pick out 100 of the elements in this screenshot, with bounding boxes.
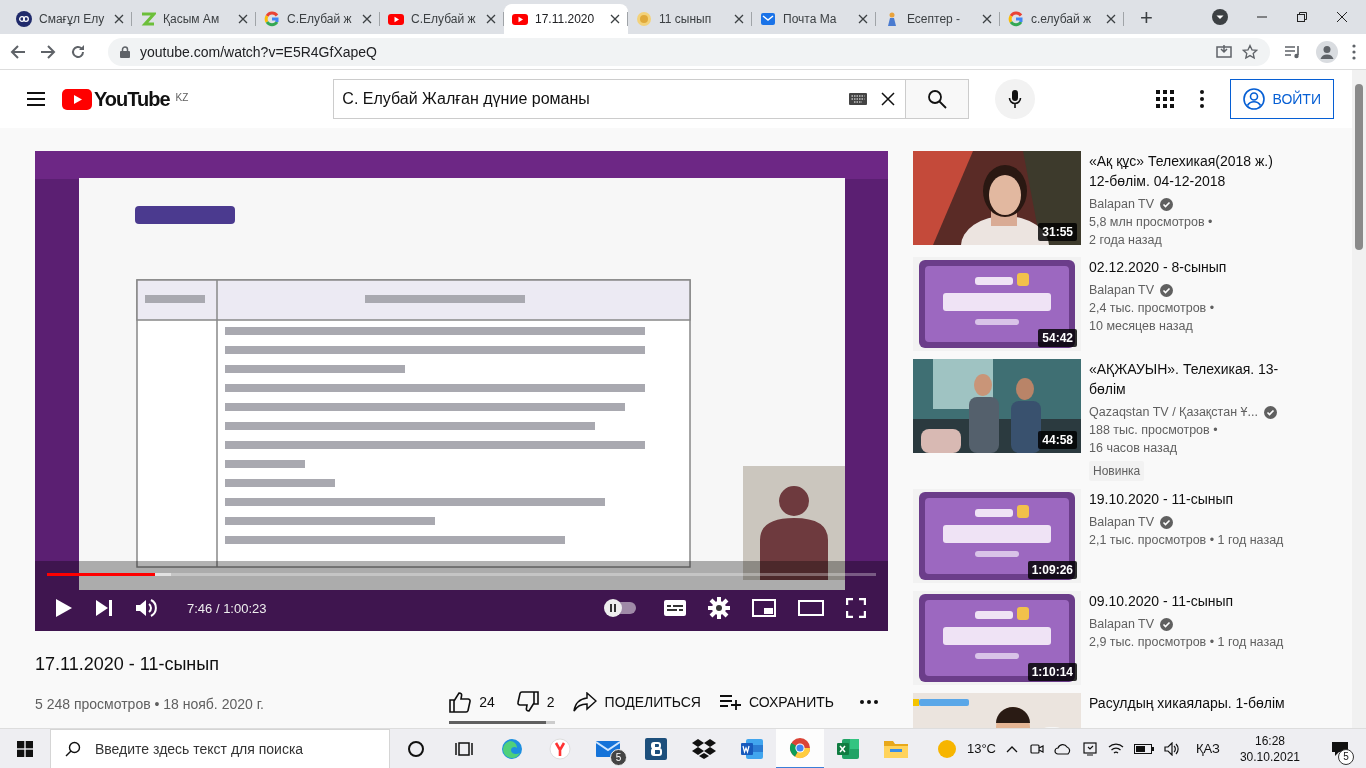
duration-label: 1:10:14: [1027, 663, 1077, 681]
menu-icon[interactable]: [26, 91, 46, 107]
close-icon[interactable]: [858, 14, 868, 24]
close-icon[interactable]: [486, 14, 496, 24]
theater-mode-icon[interactable]: [798, 600, 824, 616]
clock-date[interactable]: 30.10.2021: [1239, 748, 1300, 765]
forward-icon[interactable]: [40, 43, 56, 60]
share-button[interactable]: ПОДЕЛИТЬСЯ: [572, 684, 701, 720]
envelope-icon: [760, 11, 776, 27]
reload-icon[interactable]: [70, 43, 86, 60]
logo-text[interactable]: YouTube: [94, 87, 170, 111]
language-indicator[interactable]: ҚАЗ: [1196, 741, 1220, 756]
battery-icon[interactable]: [1134, 743, 1154, 754]
thumbs-down-icon: [516, 691, 539, 713]
browser-tab[interactable]: С.Елубай ж: [256, 4, 380, 34]
install-icon[interactable]: [1216, 43, 1232, 60]
video-title[interactable]: «АҚЖАУЫН». Телехикая. 13-бөлім: [1089, 359, 1294, 399]
speaker-icon[interactable]: [1164, 741, 1180, 756]
volume-icon[interactable]: [135, 598, 157, 618]
fullscreen-icon[interactable]: [846, 598, 866, 618]
close-icon[interactable]: [1106, 14, 1116, 24]
close-icon[interactable]: [734, 14, 744, 24]
keyboard-icon[interactable]: [849, 93, 868, 105]
more-icon[interactable]: [1199, 90, 1204, 108]
clock-time[interactable]: 16:28: [1254, 732, 1285, 749]
miniplayer-icon[interactable]: [752, 599, 776, 617]
search-icon: [65, 740, 81, 757]
sign-in-button[interactable]: ВОЙТИ: [1229, 79, 1334, 119]
spreadsheet-icon: [836, 736, 860, 761]
video-title[interactable]: 19.10.2020 - 11-сынып: [1089, 489, 1294, 509]
browser-tab[interactable]: 17.11.2020: [504, 4, 628, 34]
channel-name[interactable]: Qazaqstan TV / Қазақстан Ұ...: [1089, 403, 1258, 421]
video-title[interactable]: Расулдың хикаялары. 1-бөлім: [1089, 693, 1294, 713]
new-tab-button[interactable]: +: [1128, 4, 1165, 34]
video-title[interactable]: 09.10.2020 - 11-сынып: [1089, 591, 1294, 611]
time-display: 7:46 / 1:00:23: [187, 600, 267, 616]
taskbar-app-button[interactable]: 5: [584, 728, 632, 768]
channel-name[interactable]: Balapan TV: [1089, 615, 1155, 633]
video-title: 17.11.2020 - 11-сынып: [35, 653, 220, 676]
search-button[interactable]: [905, 79, 970, 119]
video-stats: 188 тыс. просмотров •: [1089, 422, 1219, 439]
circle-icon: [406, 738, 426, 759]
close-icon[interactable]: [114, 14, 124, 24]
dislike-button[interactable]: 2: [516, 684, 555, 720]
apps-grid-icon[interactable]: [1155, 90, 1174, 108]
play-logo-icon[interactable]: [62, 88, 92, 110]
progress-bar[interactable]: [47, 573, 876, 576]
back-icon[interactable]: [10, 43, 26, 60]
browser-tab[interactable]: 11 сынып: [628, 4, 752, 34]
next-icon[interactable]: [95, 599, 113, 617]
browser-tab[interactable]: Есептер -: [876, 4, 1000, 34]
settings-icon[interactable]: [708, 597, 730, 619]
save-button[interactable]: СОХРАНИТЬ: [718, 684, 834, 720]
browser-tab[interactable]: Почта Ma: [752, 4, 876, 34]
channel-name[interactable]: Balapan TV: [1089, 281, 1155, 299]
taskbar-search-field[interactable]: Введите здесь текст для поиска: [95, 740, 375, 757]
subtitles-icon[interactable]: [664, 600, 686, 616]
close-icon[interactable]: [1336, 11, 1348, 23]
tab-search-icon[interactable]: [1212, 9, 1228, 25]
microphone-icon: [1008, 89, 1023, 109]
browser-tab[interactable]: С.Елубай ж: [380, 4, 504, 34]
video-title[interactable]: 02.12.2020 - 8-сынып: [1089, 257, 1294, 277]
star-icon[interactable]: [1242, 43, 1258, 60]
chevron-up-icon[interactable]: [1006, 744, 1018, 753]
temperature[interactable]: 13°C: [966, 741, 996, 756]
duration-label: 31:55: [1038, 223, 1077, 241]
video-stats: 2,4 тыс. просмотров •: [1089, 300, 1216, 317]
browser-tab[interactable]: с.елубай ж: [1000, 4, 1124, 34]
search-box[interactable]: С. Елубай Жалған дүние романы: [333, 79, 906, 119]
close-icon[interactable]: [362, 14, 372, 24]
duration-label: 44:58: [1038, 431, 1077, 449]
voice-search-button[interactable]: [995, 79, 1036, 119]
network-icon[interactable]: [1082, 740, 1098, 757]
close-icon[interactable]: [238, 14, 248, 24]
video-title[interactable]: «Ақ құс» Телехикая(2018 ж.) 12-бөлім. 04-12-2018: [1089, 151, 1294, 191]
like-button[interactable]: 24: [449, 684, 495, 720]
wave-icon: [500, 736, 524, 761]
clear-icon[interactable]: [881, 92, 896, 106]
restore-icon[interactable]: [1296, 11, 1308, 23]
browser-tab[interactable]: Қасым Ам: [132, 4, 256, 34]
video-stats: 2,1 тыс. просмотров • 1 год назад: [1089, 532, 1285, 549]
search-field[interactable]: С. Елубай Жалған дүние романы: [342, 90, 836, 108]
autoplay-toggle[interactable]: [606, 602, 636, 614]
address-bar[interactable]: youtube.com/watch?v=E5R4GfXapeQ: [108, 37, 1270, 66]
close-icon[interactable]: [610, 14, 620, 24]
taskbar-search-box[interactable]: Введите здесь текст для поиска: [50, 728, 390, 768]
browser-tab[interactable]: Смағұл Елу: [8, 4, 132, 34]
cloud-icon[interactable]: [1054, 742, 1072, 755]
channel-name[interactable]: Balapan TV: [1089, 195, 1155, 213]
avatar-icon[interactable]: [1316, 40, 1338, 63]
play-icon[interactable]: [55, 598, 73, 618]
media-queue-icon[interactable]: [1284, 43, 1302, 60]
close-icon[interactable]: [982, 14, 992, 24]
channel-name[interactable]: Balapan TV: [1089, 513, 1155, 531]
thumbs-up-icon: [449, 691, 472, 713]
scrollbar-thumb[interactable]: [1355, 84, 1363, 250]
wifi-icon[interactable]: [1108, 741, 1124, 756]
windows-start-icon[interactable]: [17, 740, 33, 757]
user-icon: [1242, 88, 1265, 110]
more-icon[interactable]: [1352, 43, 1356, 60]
